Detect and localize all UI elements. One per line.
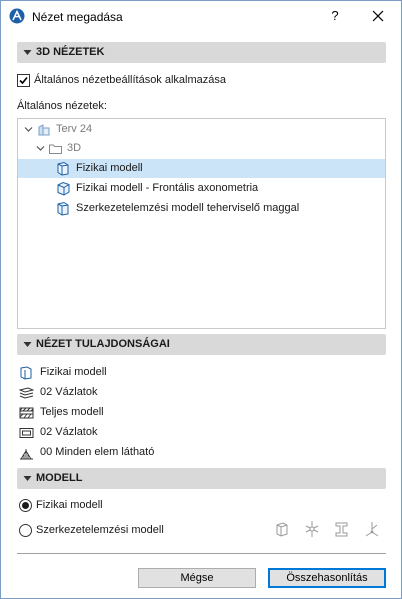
3d-view-icon <box>57 201 69 216</box>
tree-item-structural-analytical[interactable]: Szerkezetelemzési modell teherviselő mag… <box>18 199 385 218</box>
tree-item-label: 3D <box>67 142 82 154</box>
renovation-filter-icon <box>20 449 33 460</box>
general-settings-checkbox[interactable] <box>17 74 30 87</box>
define-view-dialog: Nézet megadása ? 3D NÉZETEK Általános né… <box>0 0 402 599</box>
collapse-triangle-icon <box>23 342 32 347</box>
view-properties-section-header[interactable]: NÉZET TULAJDONSÁGAI <box>17 334 386 355</box>
tree-item-label: Fizikai modell <box>76 162 143 174</box>
graphic-override-icon <box>19 428 34 438</box>
general-settings-label: Általános nézetbeállítások alkalmazása <box>34 74 227 86</box>
analytical-axes-icon[interactable] <box>364 520 380 538</box>
tree-item-label: Szerkezetelemzési modell teherviselő mag… <box>76 202 300 214</box>
section-title: NÉZET TULAJDONSÁGAI <box>36 338 170 350</box>
property-label: Fizikai modell <box>40 366 107 378</box>
window-title: Nézet megadása <box>32 10 123 24</box>
layer-combination-icon <box>19 387 34 399</box>
collapse-triangle-icon <box>23 476 32 481</box>
tree-item-label: Terv 24 <box>56 123 93 135</box>
title-bar: Nézet megadása ? <box>1 1 401 32</box>
compare-button[interactable]: Összehasonlítás <box>268 568 386 588</box>
analytical-beam-icon[interactable] <box>334 520 350 538</box>
property-label: 02 Vázlatok <box>40 426 98 438</box>
analytical-column-icon[interactable] <box>274 520 290 538</box>
radio-label: Szerkezetelemzési modell <box>36 524 164 536</box>
radio-label: Fizikai modell <box>36 499 103 511</box>
general-views-label: Általános nézetek: <box>17 100 107 112</box>
views-3d-section-header[interactable]: 3D NÉZETEK <box>17 42 386 63</box>
chevron-down-icon[interactable] <box>36 144 45 153</box>
collapse-triangle-icon <box>23 50 32 55</box>
property-label: Teljes modell <box>40 406 104 418</box>
model-section-header[interactable]: MODELL <box>17 468 386 489</box>
structural-model-radio[interactable] <box>19 524 32 537</box>
axonometric-view-icon <box>57 181 70 196</box>
model-view-icon <box>20 366 32 380</box>
analytical-node-icon[interactable] <box>304 520 320 538</box>
help-button[interactable]: ? <box>324 5 346 27</box>
physical-model-radio[interactable] <box>19 499 32 512</box>
archicad-app-icon <box>9 8 25 24</box>
view-tree[interactable]: Terv 24 3D Fizikai modell Fizikai modell… <box>17 118 386 329</box>
project-icon <box>38 124 50 136</box>
footer-divider <box>17 553 386 554</box>
close-icon[interactable] <box>362 3 394 29</box>
tree-item-3d-folder[interactable]: 3D <box>18 139 385 158</box>
section-title: 3D NÉZETEK <box>36 46 105 58</box>
partial-structure-icon <box>19 407 34 419</box>
folder-icon <box>49 144 62 154</box>
property-label: 02 Vázlatok <box>40 386 98 398</box>
cancel-button[interactable]: Mégse <box>138 568 256 588</box>
chevron-down-icon[interactable] <box>24 125 33 134</box>
property-label: 00 Minden elem látható <box>40 446 155 458</box>
3d-view-icon <box>57 161 69 176</box>
checkmark-icon <box>19 76 28 85</box>
tree-item-label: Fizikai modell - Frontális axonometria <box>76 182 259 194</box>
tree-item-project[interactable]: Terv 24 <box>18 120 385 139</box>
section-title: MODELL <box>36 472 83 484</box>
tree-item-physical-model[interactable]: Fizikai modell <box>18 159 385 178</box>
tree-item-axonometric[interactable]: Fizikai modell - Frontális axonometria <box>18 179 385 198</box>
radio-selected-dot <box>22 502 29 509</box>
